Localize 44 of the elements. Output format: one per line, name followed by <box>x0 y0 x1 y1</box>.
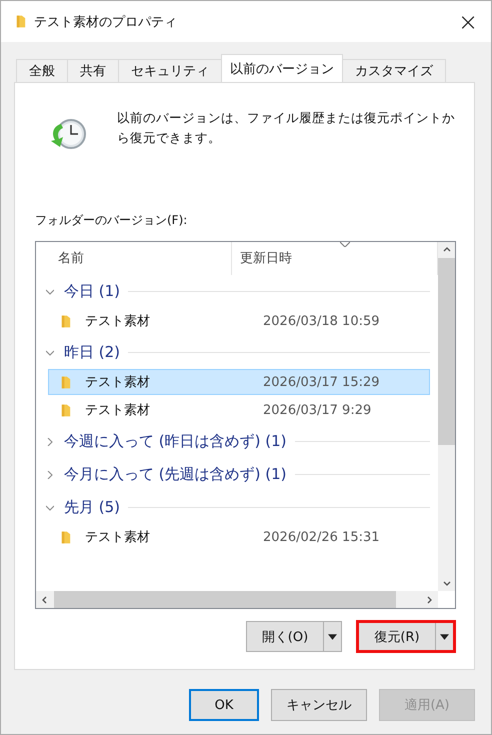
tab[interactable]: 以前のバージョン <box>221 54 343 82</box>
tab[interactable]: カスタマイズ <box>342 59 446 82</box>
tab[interactable]: 全般 <box>16 59 68 82</box>
folder-icon <box>16 14 26 29</box>
dialog-button[interactable]: OK <box>189 689 259 721</box>
chevron-icon[interactable] <box>46 288 54 296</box>
chevron-icon[interactable] <box>46 504 54 512</box>
file-name: テスト素材 <box>85 402 151 419</box>
description-text: 以前のバージョンは、ファイル履歴または復元ポイントから復元できます。 <box>117 109 456 147</box>
close-button[interactable]: × <box>445 1 491 42</box>
modified-date: 2026/03/17 9:29 <box>263 402 372 418</box>
dialog-button[interactable]: キャンセル <box>271 689 367 721</box>
modified-date: 2026/03/17 15:29 <box>263 374 380 390</box>
dropdown-icon[interactable] <box>440 634 449 640</box>
modified-date: 2026/02/26 15:31 <box>263 530 380 544</box>
sort-icon <box>340 242 350 247</box>
window-title: テスト素材のプロパティ <box>34 14 178 30</box>
list-row[interactable]: テスト素材 2026/02/26 15:31 <box>48 524 430 550</box>
split-button[interactable]: 復元(R) <box>356 620 456 653</box>
dropdown-icon[interactable] <box>328 634 337 640</box>
group-header[interactable]: 今週に入って (昨日は含めず) (1) <box>64 432 286 451</box>
list-row[interactable]: テスト素材 2026/03/18 10:59 <box>48 308 430 334</box>
list-row[interactable]: テスト素材 2026/03/17 15:29 <box>48 369 430 395</box>
group-header[interactable]: 今月に入って (先週は含めず) (1) <box>64 465 286 484</box>
scrollbar-thumb[interactable] <box>438 258 455 445</box>
group-header[interactable]: 先月 (5) <box>64 498 120 517</box>
folder-icon <box>61 374 71 390</box>
column-header[interactable]: 名前 <box>36 242 232 275</box>
list-label: フォルダーのバージョン(F): <box>35 212 188 229</box>
scrollbar-thumb[interactable] <box>54 591 396 608</box>
folder-icon <box>61 402 71 418</box>
group-header[interactable]: 今日 (1) <box>64 282 120 301</box>
file-name: テスト素材 <box>85 529 151 546</box>
modified-date: 2026/03/18 10:59 <box>263 314 380 328</box>
chevron-icon[interactable] <box>46 470 54 478</box>
file-name: テスト素材 <box>85 313 151 330</box>
group-header[interactable]: 昨日 (2) <box>64 343 120 362</box>
chevron-icon[interactable] <box>46 438 54 446</box>
chevron-icon[interactable] <box>46 348 54 356</box>
folder-icon <box>61 314 71 328</box>
folder-icon <box>61 530 71 544</box>
file-name: テスト素材 <box>85 374 151 391</box>
split-button[interactable]: 開く(O) <box>246 621 342 652</box>
list-row[interactable]: テスト素材 2026/03/17 9:29 <box>48 397 430 423</box>
